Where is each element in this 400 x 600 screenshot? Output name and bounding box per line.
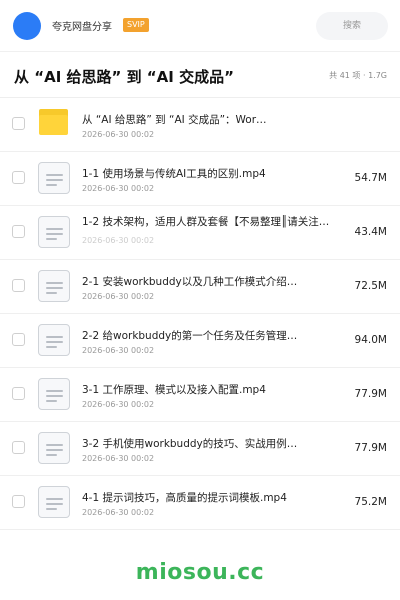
- file-date: 2026-06-30 00:02: [82, 346, 155, 355]
- folder-icon: [39, 109, 68, 135]
- list-item[interactable]: 4-1 提示词技巧，高质量的提示词模板.mp4 2026-06-30 00:02…: [0, 476, 400, 530]
- document-icon: [38, 378, 70, 410]
- file-size: 54.7M: [354, 172, 387, 184]
- file-name: 4-1 提示词技巧，高质量的提示词模板.mp4: [82, 492, 287, 504]
- list-item[interactable]: 1-2 技术架构，适用人群及套餐【不易整理║请关注… 2026-06-30 00…: [0, 206, 400, 260]
- item-summary: 共 41 项 · 1.7G: [329, 71, 387, 80]
- file-name: 2-2 给workbuddy的第一个任务及任务管理…: [82, 330, 298, 342]
- app-header: 夸克网盘分享 SVIP 搜索: [0, 0, 400, 52]
- file-list: 从 “AI 给思路” 到 “AI 交成品”：Wor… 2026-06-30 00…: [0, 98, 400, 530]
- document-icon: [38, 432, 70, 464]
- checkbox[interactable]: [12, 495, 25, 508]
- user-name: 夸克网盘分享: [52, 22, 112, 33]
- file-date: 2026-06-30 00:02: [82, 130, 155, 139]
- checkbox[interactable]: [12, 225, 25, 238]
- folder-title-bar: 从 “AI 给思路” 到 “AI 交成品” 共 41 项 · 1.7G: [0, 52, 400, 98]
- list-item[interactable]: 3-2 手机使用workbuddy的技巧、实战用例… 2026-06-30 00…: [0, 422, 400, 476]
- file-date: 2026-06-30 00:02: [82, 400, 155, 409]
- document-icon: [38, 162, 70, 194]
- file-date: 2026-06-30 00:02: [82, 508, 155, 517]
- document-icon: [38, 216, 70, 248]
- file-date: 2026-06-30 00:02: [82, 292, 155, 301]
- checkbox[interactable]: [12, 279, 25, 292]
- page-title: 从 “AI 给思路” 到 “AI 交成品”: [14, 68, 234, 86]
- svip-badge: SVIP: [123, 18, 149, 32]
- file-date: 2026-06-30 00:02: [82, 184, 155, 193]
- file-size: 72.5M: [354, 280, 387, 292]
- checkbox[interactable]: [12, 171, 25, 184]
- checkbox[interactable]: [12, 441, 25, 454]
- list-item[interactable]: 2-1 安装workbuddy以及几种工作模式介绍… 2026-06-30 00…: [0, 260, 400, 314]
- watermark: miosou.cc: [135, 560, 265, 585]
- file-name: 3-1 工作原理、模式以及接入配置.mp4: [82, 384, 266, 396]
- file-size: 77.9M: [354, 388, 387, 400]
- file-name: 3-2 手机使用workbuddy的技巧、实战用例…: [82, 438, 298, 450]
- list-item[interactable]: 2-2 给workbuddy的第一个任务及任务管理… 2026-06-30 00…: [0, 314, 400, 368]
- search-input[interactable]: 搜索: [316, 12, 388, 40]
- file-date: 2026-06-30 00:02: [82, 454, 155, 463]
- file-size: 77.9M: [354, 442, 387, 454]
- list-item[interactable]: 3-1 工作原理、模式以及接入配置.mp4 2026-06-30 00:02 7…: [0, 368, 400, 422]
- file-date: 2026-06-30 00:02: [82, 236, 155, 245]
- document-icon: [38, 270, 70, 302]
- list-item[interactable]: 1-1 使用场景与传统AI工具的区别.mp4 2026-06-30 00:02 …: [0, 152, 400, 206]
- checkbox[interactable]: [12, 387, 25, 400]
- file-name: 2-1 安装workbuddy以及几种工作模式介绍…: [82, 276, 298, 288]
- list-item[interactable]: 从 “AI 给思路” 到 “AI 交成品”：Wor… 2026-06-30 00…: [0, 98, 400, 152]
- checkbox[interactable]: [12, 333, 25, 346]
- checkbox[interactable]: [12, 117, 25, 130]
- document-icon: [38, 324, 70, 356]
- avatar[interactable]: [13, 12, 41, 40]
- file-name: 从 “AI 给思路” 到 “AI 交成品”：Wor…: [82, 114, 267, 126]
- file-size: 43.4M: [354, 226, 387, 238]
- file-size: 75.2M: [354, 496, 387, 508]
- document-icon: [38, 486, 70, 518]
- file-size: 94.0M: [354, 334, 387, 346]
- file-name: 1-1 使用场景与传统AI工具的区别.mp4: [82, 168, 266, 180]
